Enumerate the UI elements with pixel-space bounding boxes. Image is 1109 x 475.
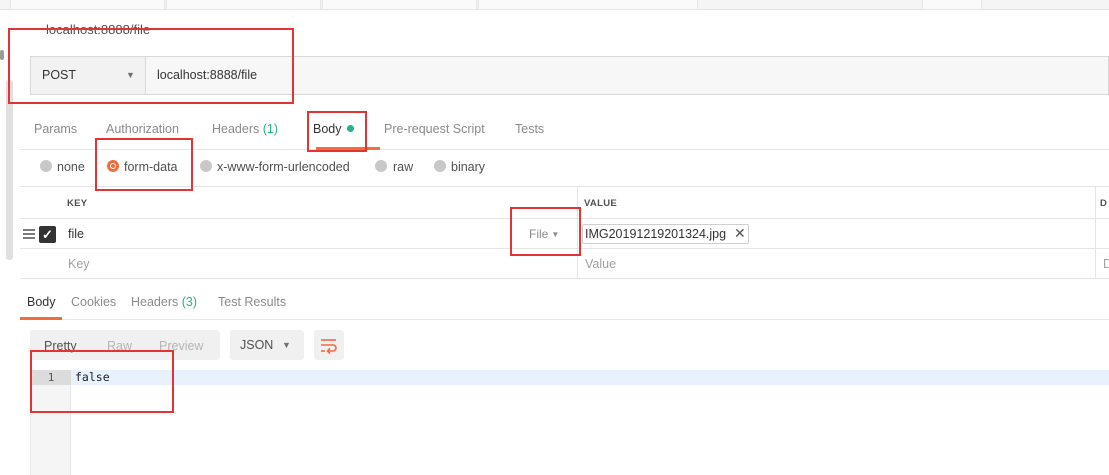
tab-label: Test Results — [218, 295, 287, 309]
response-body-editor[interactable]: 1 false — [30, 370, 1109, 475]
close-icon[interactable]: ✕ — [734, 225, 746, 242]
value-input[interactable]: Value — [585, 257, 616, 271]
response-tabs: Body Cookies Headers (3) Test Results — [20, 288, 1109, 320]
tab-strip — [0, 0, 1109, 10]
drag-handle-icon[interactable] — [23, 229, 35, 241]
active-line-highlight — [71, 370, 1109, 385]
row-checkbox[interactable]: ✓ — [39, 226, 56, 243]
response-tab-body[interactable]: Body — [27, 295, 56, 309]
key-input[interactable]: Key — [68, 257, 90, 271]
tab-label: Params — [34, 122, 78, 136]
column-divider — [1095, 187, 1096, 279]
tab-label: Headers — [212, 122, 260, 136]
active-tab-indicator — [20, 317, 62, 320]
tab-controls[interactable] — [922, 0, 982, 10]
description-input[interactable]: D — [1103, 257, 1109, 271]
radio-label: none — [57, 160, 85, 174]
wrap-icon — [321, 339, 337, 355]
radio-raw[interactable] — [375, 160, 387, 172]
annotation-box-url — [8, 28, 294, 104]
scrollbar[interactable] — [6, 80, 13, 260]
column-key: KEY — [67, 198, 88, 209]
response-tab-cookies[interactable]: Cookies — [71, 295, 116, 309]
open-tab[interactable] — [166, 0, 321, 10]
response-tab-test-results[interactable]: Test Results — [218, 295, 286, 309]
radio-label: binary — [451, 160, 486, 174]
radio-label: x-www-form-urlencoded — [217, 160, 350, 174]
format-label: JSON — [240, 338, 274, 352]
tab-pre-request-script[interactable]: Pre-request Script — [384, 122, 485, 136]
wrap-lines-button[interactable] — [314, 330, 344, 360]
chevron-down-icon: ▼ — [282, 340, 291, 350]
response-tab-headers[interactable]: Headers (3) — [131, 295, 197, 309]
collapse-handle[interactable] — [0, 50, 4, 60]
tab-label: Headers — [131, 295, 179, 309]
key-cell[interactable]: file — [68, 227, 84, 241]
tab-tests[interactable]: Tests — [515, 122, 544, 136]
tab-label: Cookies — [71, 295, 117, 309]
radio-x-www-form-urlencoded[interactable] — [200, 160, 212, 172]
tab-label: Authorization — [106, 122, 179, 136]
annotation-box-file-type — [510, 207, 581, 256]
tab-count: (3) — [181, 295, 198, 309]
tab-count: (1) — [262, 122, 279, 136]
radio-none[interactable] — [40, 160, 52, 172]
file-name: IMG20191219201324.jpg — [585, 227, 727, 241]
radio-binary[interactable] — [434, 160, 446, 172]
open-tab[interactable] — [478, 0, 698, 10]
tab-label: Body — [27, 295, 56, 309]
format-select[interactable]: JSON ▼ — [230, 330, 304, 360]
annotation-box-form-data — [95, 138, 193, 191]
tab-params[interactable]: Params — [34, 122, 77, 136]
radio-label: raw — [393, 160, 414, 174]
file-chip: IMG20191219201324.jpg ✕ — [582, 224, 749, 244]
open-tab[interactable] — [322, 0, 477, 10]
annotation-box-response — [30, 350, 174, 413]
annotation-box-body-tab — [307, 111, 367, 152]
column-value: VALUE — [584, 198, 617, 209]
open-tab[interactable] — [10, 0, 165, 10]
tab-label: Tests — [515, 122, 545, 136]
tab-label: Pre-request Script — [384, 122, 485, 136]
tab-headers[interactable]: Headers (1) — [212, 122, 278, 136]
tab-authorization[interactable]: Authorization — [106, 122, 179, 136]
column-description: D — [1100, 198, 1108, 209]
